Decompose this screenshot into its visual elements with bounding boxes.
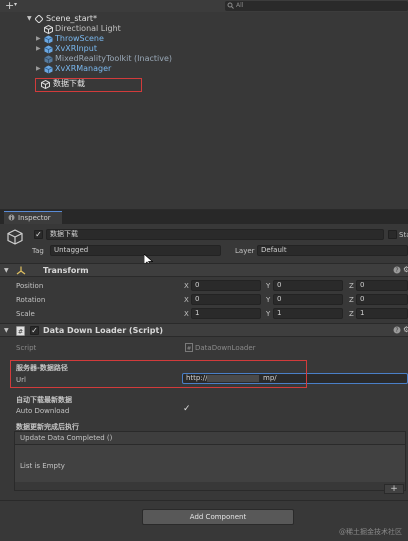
gameobject-large-icon bbox=[7, 229, 23, 245]
component-enabled-checkbox[interactable]: ✓ bbox=[30, 326, 39, 335]
static-checkbox[interactable] bbox=[388, 230, 397, 239]
static-label: Sta bbox=[399, 231, 408, 239]
rotation-y-field[interactable]: 0 bbox=[273, 294, 343, 305]
svg-text:?: ? bbox=[395, 267, 398, 274]
selection-highlight-box bbox=[35, 78, 142, 92]
tag-label: Tag bbox=[32, 247, 44, 255]
hierarchy-item-xvxrinput[interactable]: ▶ XvXRInput bbox=[0, 44, 408, 54]
prefab-icon bbox=[44, 45, 53, 54]
rotation-x-field[interactable]: 0 bbox=[191, 294, 261, 305]
axis-y-label[interactable]: Y bbox=[266, 282, 270, 290]
expand-arrow-icon[interactable]: ▶ bbox=[36, 34, 41, 44]
layer-dropdown[interactable]: Default bbox=[257, 245, 408, 256]
component-divider bbox=[0, 500, 408, 501]
unity-scene-icon bbox=[35, 15, 43, 23]
tab-inspector[interactable]: Inspector bbox=[4, 211, 62, 224]
item-label: MixedRealityToolkit (Inactive) bbox=[55, 54, 173, 63]
item-label: XvXRManager bbox=[55, 64, 112, 73]
hierarchy-item-mixedrealitytoolkit[interactable]: MixedRealityToolkit (Inactive) bbox=[0, 54, 408, 64]
inspector-tabbar: Inspector bbox=[0, 210, 408, 224]
expand-arrow-icon[interactable]: ▼ bbox=[4, 327, 9, 334]
hierarchy-search-input[interactable]: All bbox=[225, 1, 408, 11]
expand-arrow-icon[interactable]: ▼ bbox=[27, 14, 32, 24]
scene-name: Scene_start* bbox=[46, 14, 98, 23]
help-icon[interactable]: ? bbox=[393, 326, 401, 334]
hierarchy-item-directional-light[interactable]: Directional Light bbox=[0, 24, 408, 34]
axis-x-label[interactable]: X bbox=[184, 282, 189, 290]
transform-title: Transform bbox=[43, 266, 89, 275]
expand-arrow-icon[interactable]: ▶ bbox=[36, 64, 41, 74]
help-icon[interactable]: ? bbox=[393, 266, 401, 274]
rotation-label: Rotation bbox=[16, 296, 46, 304]
event-title: Update Data Completed () bbox=[20, 434, 113, 442]
auto-download-checkbox[interactable]: ✓ bbox=[183, 404, 191, 414]
section-auto-header: 自动下载最新数据 bbox=[16, 396, 72, 404]
script-component-title: Data Down Loader (Script) bbox=[43, 326, 163, 335]
search-icon bbox=[227, 1, 234, 10]
transform-header[interactable]: ▼ Transform ? ⚙ bbox=[0, 263, 408, 277]
tag-value: Untagged bbox=[54, 246, 89, 254]
unity-event-list: List is Empty bbox=[15, 445, 405, 482]
axis-x-label[interactable]: X bbox=[184, 310, 189, 318]
scale-z-field[interactable]: 1 bbox=[356, 308, 408, 319]
event-empty-text: List is Empty bbox=[20, 462, 65, 470]
gameobject-icon bbox=[44, 25, 53, 34]
prefab-icon bbox=[44, 65, 53, 74]
axis-y-label[interactable]: Y bbox=[266, 296, 270, 304]
add-button[interactable]: + bbox=[5, 0, 14, 12]
info-icon bbox=[8, 214, 15, 221]
svg-text:#: # bbox=[187, 346, 192, 352]
axis-z-label[interactable]: Z bbox=[349, 282, 354, 290]
object-name-field[interactable]: 数据下载 bbox=[46, 229, 384, 240]
watermark-text: @稀土掘金技术社区 bbox=[339, 528, 402, 536]
script-icon: # bbox=[16, 326, 25, 336]
item-label: XvXRInput bbox=[55, 44, 97, 53]
tab-label: Inspector bbox=[18, 214, 51, 222]
layer-value: Default bbox=[261, 246, 287, 254]
inspector-panel: Inspector ✓ 数据下载 Sta Tag Untagged Layer … bbox=[0, 210, 408, 541]
axis-z-label[interactable]: Z bbox=[349, 296, 354, 304]
hierarchy-toolbar: + ▾ All bbox=[0, 0, 408, 12]
search-text: All bbox=[236, 2, 244, 9]
axis-y-label[interactable]: Y bbox=[266, 310, 270, 318]
settings-icon[interactable]: ⚙ bbox=[403, 325, 408, 334]
expand-arrow-icon[interactable]: ▼ bbox=[4, 267, 9, 274]
position-label: Position bbox=[16, 282, 44, 290]
active-checkbox[interactable]: ✓ bbox=[34, 230, 43, 239]
settings-icon[interactable]: ⚙ bbox=[403, 265, 408, 274]
item-label: Directional Light bbox=[55, 24, 121, 33]
expand-arrow-icon[interactable]: ▶ bbox=[36, 44, 41, 54]
script-value: DataDownLoader bbox=[195, 344, 256, 352]
script-component-header[interactable]: ▼ # ✓ Data Down Loader (Script) ? ⚙ bbox=[0, 323, 408, 337]
hierarchy-item-xvxrmanager[interactable]: ▶ XvXRManager bbox=[0, 64, 408, 74]
svg-text:?: ? bbox=[395, 327, 398, 334]
add-listener-button[interactable]: + bbox=[384, 484, 404, 494]
prefab-icon bbox=[44, 55, 53, 64]
axis-z-label[interactable]: Z bbox=[349, 310, 354, 318]
auto-download-label: Auto Download bbox=[16, 407, 70, 415]
position-z-field[interactable]: 0 bbox=[356, 280, 408, 291]
url-highlight-box bbox=[10, 360, 307, 388]
script-file-icon: # bbox=[185, 343, 193, 352]
script-label: Script bbox=[16, 344, 37, 352]
hierarchy-panel: + ▾ All ▼ Scene_start* Directional Light… bbox=[0, 0, 408, 210]
item-label: ThrowScene bbox=[55, 34, 104, 43]
unity-event-header: Update Data Completed () bbox=[15, 432, 405, 445]
add-dropdown-icon[interactable]: ▾ bbox=[14, 1, 17, 8]
transform-icon bbox=[16, 266, 26, 276]
axis-x-label[interactable]: X bbox=[184, 296, 189, 304]
tag-dropdown[interactable]: Untagged bbox=[50, 245, 221, 256]
scene-row[interactable]: ▼ Scene_start* bbox=[0, 14, 408, 24]
layer-label: Layer bbox=[235, 247, 255, 255]
scale-x-field[interactable]: 1 bbox=[191, 308, 261, 319]
hierarchy-item-throwscene[interactable]: ▶ ThrowScene bbox=[0, 34, 408, 44]
prefab-icon bbox=[44, 35, 53, 44]
scale-label: Scale bbox=[16, 310, 35, 318]
rotation-z-field[interactable]: 0 bbox=[356, 294, 408, 305]
scale-y-field[interactable]: 1 bbox=[273, 308, 343, 319]
position-y-field[interactable]: 0 bbox=[273, 280, 343, 291]
position-x-field[interactable]: 0 bbox=[191, 280, 261, 291]
svg-text:#: # bbox=[18, 328, 23, 336]
add-component-button[interactable]: Add Component bbox=[142, 509, 294, 525]
